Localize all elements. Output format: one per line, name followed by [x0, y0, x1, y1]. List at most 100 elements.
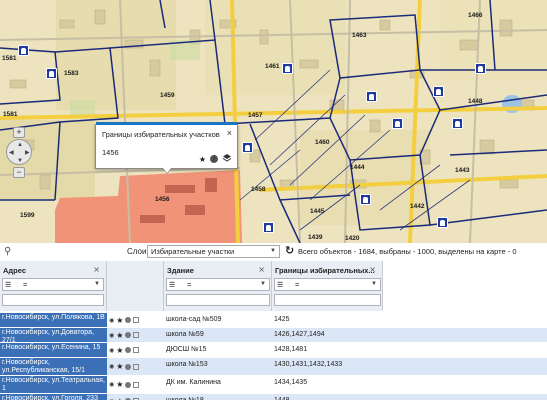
map-view[interactable]: 1466 1463 1583 1581 1461 1459 1581 1457 1448 1460… — [0, 0, 547, 243]
filter-input[interactable] — [2, 294, 104, 306]
filter-input[interactable] — [166, 294, 270, 306]
cell-empty — [383, 328, 547, 342]
cell-boundaries[interactable]: 1425 — [272, 313, 383, 327]
cell-address[interactable]: г.Новосибирск, ул.Театральная, 1 — [0, 376, 107, 393]
chevron-down-icon: ▼ — [94, 281, 100, 287]
dot-icon[interactable] — [125, 317, 132, 323]
table-row[interactable]: г.Новосибирск, ул.Есенина, 15 ◉ ★ ДЮСШ №15 1… — [0, 343, 547, 357]
cell-boundaries[interactable]: 1448 — [272, 394, 383, 400]
row-controls: ◉★ — [107, 343, 164, 357]
star-icon[interactable]: ★ — [116, 346, 123, 355]
cell-address[interactable]: г.Новосибирск, ул.Полякова, 1В — [0, 313, 107, 327]
plot-label: 1599 — [20, 212, 35, 219]
filter-operator-select[interactable]: ☰ = ▼ — [166, 278, 270, 291]
popup-close-button[interactable]: × — [227, 128, 232, 138]
eye-icon[interactable]: ◉ — [109, 363, 114, 370]
dot-icon[interactable] — [125, 381, 132, 388]
cell-building[interactable]: школа №153 — [164, 358, 272, 375]
cell-boundaries[interactable]: 1426,1427,1494 — [272, 328, 383, 342]
cell-building[interactable]: школа №18 — [164, 394, 272, 400]
refresh-icon[interactable]: ↻ — [285, 244, 294, 257]
info-icon[interactable]: i — [210, 155, 218, 163]
cell-address[interactable]: г.Новосибирск, ул.Республиканская, 15/1 — [0, 358, 107, 375]
popup-accent-bar — [96, 122, 237, 125]
school-icon[interactable] — [46, 68, 57, 79]
clear-filter-icon[interactable]: ⨯ — [369, 265, 376, 274]
pan-right-icon[interactable]: ▶ — [25, 150, 30, 156]
cell-building[interactable]: ДК им. Калинина — [164, 376, 272, 393]
map-canvas[interactable] — [0, 0, 547, 243]
school-icon[interactable] — [242, 142, 253, 153]
checkbox[interactable] — [133, 363, 140, 370]
cell-boundaries[interactable]: 1428,1481 — [272, 343, 383, 357]
layer-toolbar: ⚲ Слои: Избирательные участки ▼ ↻ Всего … — [0, 243, 547, 261]
school-icon[interactable] — [366, 91, 377, 102]
filter-operator-select[interactable]: ☰ = ▼ — [2, 278, 104, 291]
chevron-down-icon: ▼ — [270, 248, 276, 254]
pan-left-icon[interactable]: ◀ — [9, 150, 14, 156]
cell-building[interactable]: школа-сад №509 — [164, 313, 272, 327]
zoom-out-button[interactable]: − — [13, 167, 25, 178]
school-icon[interactable] — [392, 118, 403, 129]
star-icon[interactable]: ★ — [116, 316, 123, 325]
column-title: Границы избирательных... — [275, 266, 375, 275]
checkbox[interactable] — [133, 381, 140, 388]
dot-icon[interactable] — [125, 363, 132, 370]
pan-control[interactable]: ▲ ◀ ▶ ▼ — [6, 139, 32, 165]
star-icon[interactable]: ★ — [116, 380, 123, 389]
cell-address[interactable]: г.Новосибирск, ул.Есенина, 15 — [0, 343, 107, 357]
table-row[interactable]: г.Новосибирск, ул.Республиканская, 15/1 ◉… — [0, 358, 547, 375]
school-icon[interactable] — [282, 63, 293, 74]
school-icon[interactable] — [452, 118, 463, 129]
pan-up-icon[interactable]: ▲ — [17, 142, 23, 148]
school-icon[interactable] — [475, 63, 486, 74]
checkbox[interactable] — [133, 317, 140, 323]
cell-building[interactable]: ДЮСШ №15 — [164, 343, 272, 357]
clear-filter-icon[interactable]: ⨯ — [258, 265, 265, 274]
pan-down-icon[interactable]: ▼ — [17, 158, 23, 164]
list-icon: ☰ — [5, 282, 12, 289]
table-row[interactable]: г.Новосибирск, ул.Доватора, 27/1 ◉ ★ школа … — [0, 328, 547, 342]
layers-icon[interactable] — [222, 153, 232, 165]
eye-icon[interactable]: ◉ — [109, 381, 114, 388]
cell-boundaries[interactable]: 1434,1435 — [272, 376, 383, 393]
column-header-building[interactable]: Здание ⨯ ☰ = ▼ — [164, 261, 272, 311]
layer-select[interactable]: Избирательные участки ▼ — [147, 245, 280, 258]
dot-icon[interactable] — [125, 347, 132, 353]
school-icon[interactable] — [18, 45, 29, 56]
layers-label: Слои: — [127, 247, 149, 256]
favorite-star-icon[interactable]: ★ — [199, 155, 206, 164]
pin-icon[interactable]: ⚲ — [4, 246, 11, 257]
eye-icon[interactable]: ◉ — [109, 347, 114, 354]
eye-icon[interactable]: ◉ — [109, 332, 114, 339]
column-header-boundaries[interactable]: Границы избирательных... ⨯ ☰ = ▼ — [272, 261, 383, 311]
cell-empty — [383, 313, 547, 327]
table-row[interactable]: г.Новосибирск, ул.Гоголя, 233◉★школа №18… — [0, 394, 547, 400]
school-icon[interactable] — [433, 86, 444, 97]
star-icon[interactable]: ★ — [116, 331, 123, 340]
star-icon[interactable]: ★ — [116, 362, 123, 371]
table-row[interactable]: г.Новосибирск, ул.Театральная, 1 ◉ ★ ДК им.… — [0, 376, 547, 393]
dot-icon[interactable] — [125, 332, 132, 338]
star-icon[interactable]: ★ — [116, 397, 123, 400]
filter-input[interactable] — [274, 294, 381, 306]
zoom-in-button[interactable]: + — [13, 127, 25, 138]
school-icon[interactable] — [263, 222, 274, 233]
cell-address[interactable]: г.Новосибирск, ул.Доватора, 27/1 — [0, 328, 107, 342]
school-icon[interactable] — [437, 217, 448, 228]
cell-boundaries[interactable]: 1430,1431,1432,1433 — [272, 358, 383, 375]
checkbox[interactable] — [133, 332, 140, 338]
eye-icon[interactable]: ◉ — [109, 317, 114, 324]
cell-address[interactable]: г.Новосибирск, ул.Гоголя, 233 — [0, 394, 107, 400]
clear-filter-icon[interactable]: ⨯ — [93, 265, 100, 274]
plot-label: 1581 — [3, 111, 18, 118]
checkbox[interactable] — [133, 347, 140, 353]
list-icon: ☰ — [169, 282, 176, 289]
row-controls: ◉★ — [107, 313, 164, 327]
column-header-address[interactable]: Адрес ⨯ ☰ = ▼ — [0, 261, 107, 311]
filter-operator-select[interactable]: ☰ = ▼ — [274, 278, 381, 291]
cell-building[interactable]: школа №59 — [164, 328, 272, 342]
table-row[interactable]: г.Новосибирск, ул.Полякова, 1В ◉ ★ школа-са… — [0, 313, 547, 327]
school-icon[interactable] — [360, 194, 371, 205]
column-title: Адрес — [3, 266, 27, 275]
